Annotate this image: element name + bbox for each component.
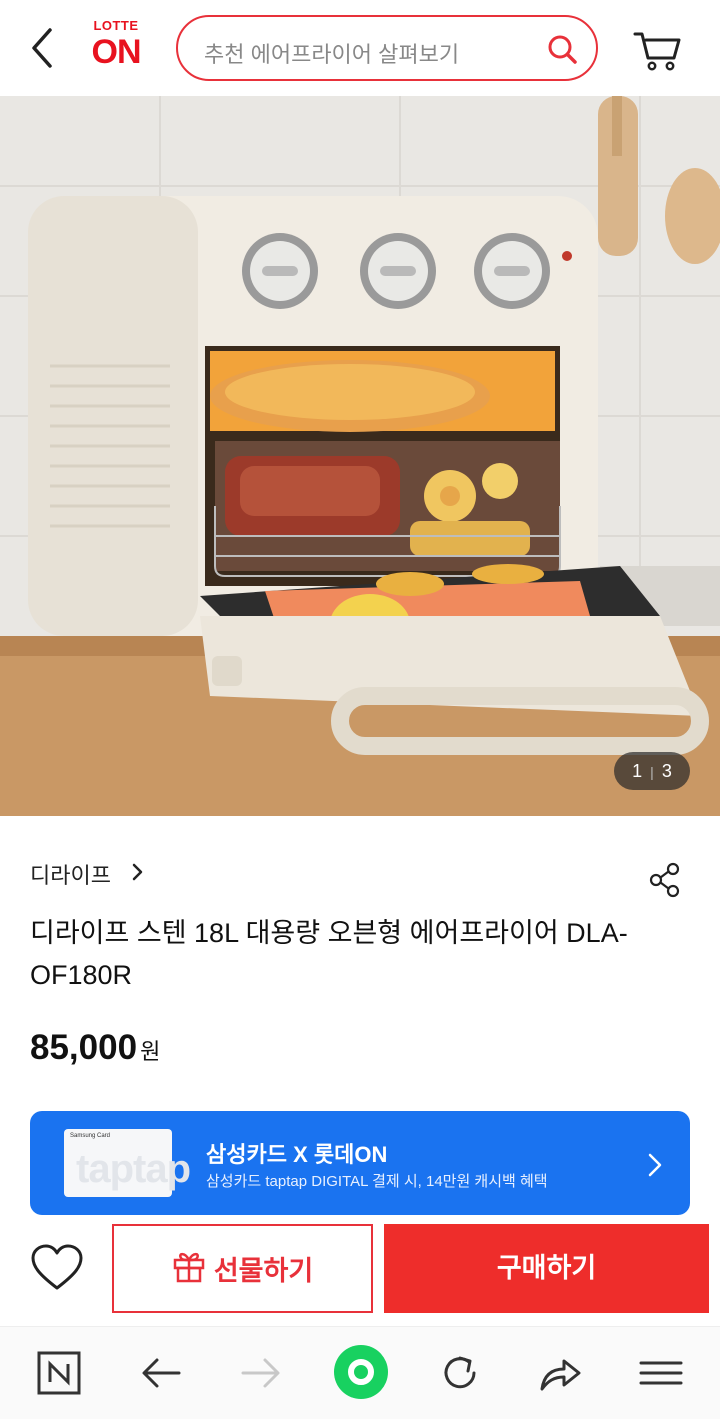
- top-header: LOTTE ON 추천 에어프라이어 살펴보기: [0, 0, 720, 96]
- buy-button[interactable]: 구매하기: [384, 1224, 709, 1313]
- search-bar[interactable]: 추천 에어프라이어 살펴보기: [176, 15, 598, 81]
- logo-top-text: LOTTE: [93, 18, 139, 33]
- price-unit: 원: [140, 1039, 161, 1064]
- back-chevron-icon[interactable]: [24, 26, 64, 70]
- wishlist-heart-icon[interactable]: [30, 1244, 84, 1292]
- browser-bottom-bar: [0, 1326, 720, 1419]
- gift-icon: [172, 1249, 206, 1288]
- search-icon[interactable]: [546, 33, 578, 65]
- product-image-gallery[interactable]: 1 | 3: [0, 96, 720, 816]
- samsung-card-image: Samsung Card taptap: [64, 1129, 191, 1197]
- brand-link[interactable]: 디라이프: [30, 858, 111, 890]
- banner-title: 삼성카드 X 롯데ON: [206, 1142, 388, 1167]
- chevron-right-icon[interactable]: [128, 860, 148, 884]
- counter-current: 1: [632, 761, 643, 781]
- home-green-circle-icon[interactable]: [333, 1344, 389, 1400]
- samsung-card-promo-banner[interactable]: Samsung Card taptap 삼성카드 X 롯데ON 삼성카드 tap…: [30, 1111, 690, 1215]
- purchase-action-bar: 선물하기 구매하기: [0, 1218, 720, 1326]
- share-arrow-icon[interactable]: [536, 1349, 584, 1397]
- lotte-on-logo[interactable]: LOTTE ON: [84, 18, 148, 74]
- back-arrow-icon[interactable]: [137, 1349, 185, 1397]
- menu-icon[interactable]: [637, 1349, 685, 1397]
- image-page-counter: 1 | 3: [614, 752, 690, 790]
- product-price: 85,000 원: [30, 1028, 160, 1068]
- share-icon[interactable]: [646, 860, 686, 900]
- counter-total: 3: [661, 761, 672, 781]
- logo-bottom-text: ON: [91, 33, 142, 71]
- naver-n-icon[interactable]: [35, 1349, 83, 1397]
- chevron-right-icon: [646, 1151, 664, 1179]
- card-brand-text: Samsung Card: [70, 1133, 111, 1139]
- product-title: 디라이프 스텐 18L 대용량 오븐형 에어프라이어 DLA-OF180R: [30, 918, 628, 990]
- search-placeholder[interactable]: 추천 에어프라이어 살펴보기: [204, 37, 459, 69]
- banner-subtitle: 삼성카드 taptap DIGITAL 결제 시, 14만원 캐시백 혜택: [206, 1173, 548, 1190]
- refresh-icon[interactable]: [436, 1349, 484, 1397]
- card-mark-text: taptap: [76, 1147, 191, 1191]
- gift-button-label: 선물하기: [213, 1256, 314, 1286]
- gift-button[interactable]: 선물하기: [112, 1224, 373, 1313]
- forward-arrow-icon[interactable]: [237, 1349, 285, 1397]
- cart-icon[interactable]: [632, 26, 684, 74]
- price-value: 85,000: [30, 1028, 138, 1067]
- air-fryer-oven-photo: [0, 96, 720, 816]
